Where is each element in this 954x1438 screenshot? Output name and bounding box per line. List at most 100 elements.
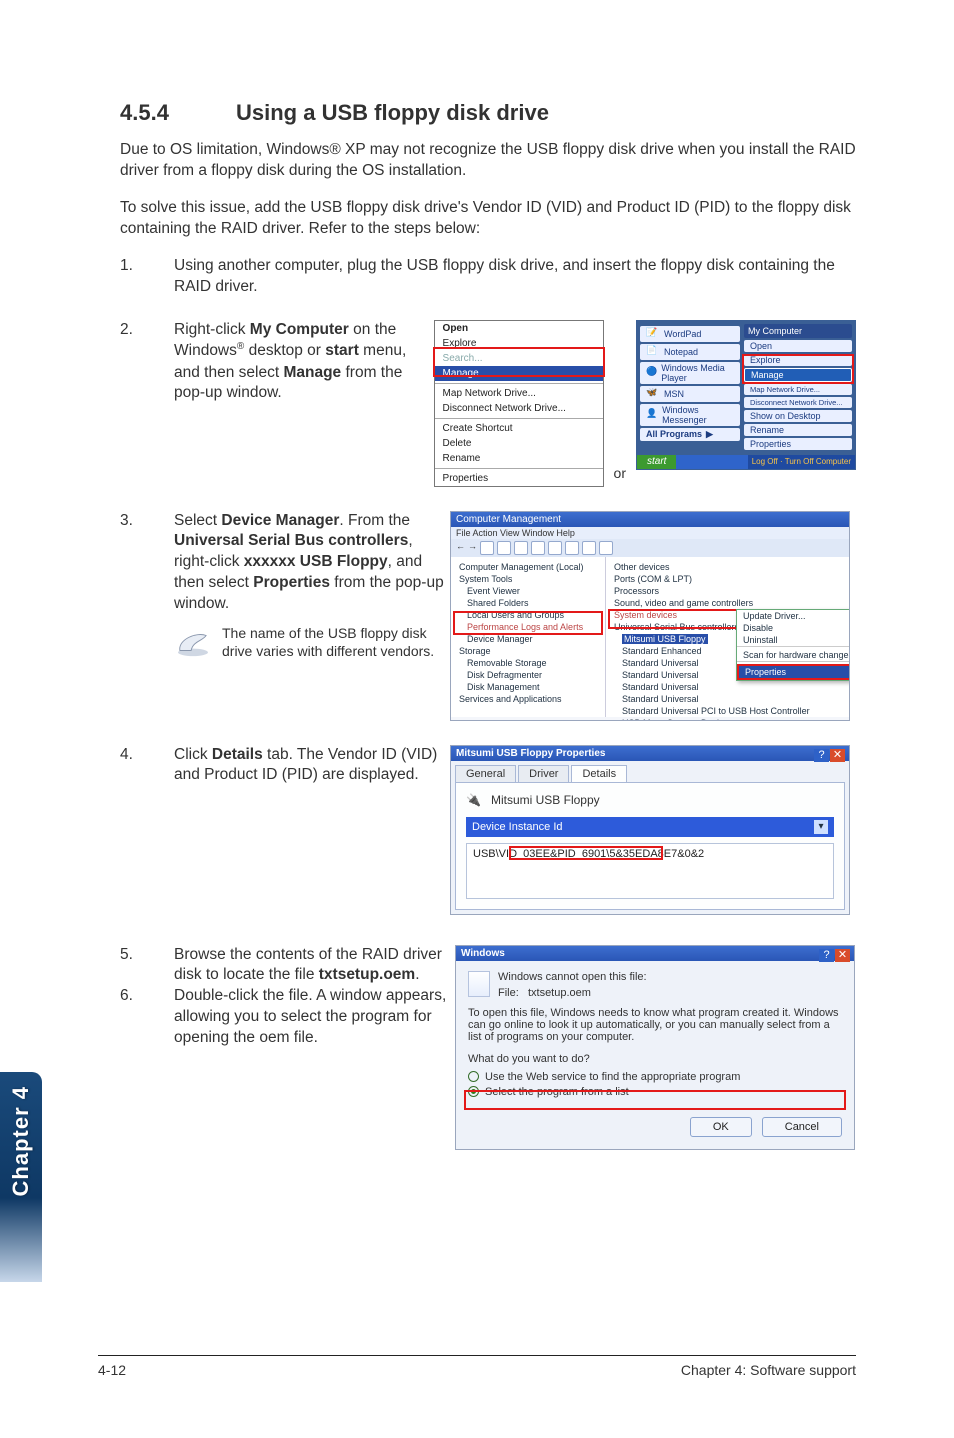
help-icon[interactable]: ? bbox=[819, 949, 834, 962]
devmgr-titlebar: Computer Management bbox=[451, 512, 849, 527]
context-menu-mycomputer: Open Explore Search... Manage Map Networ… bbox=[434, 320, 604, 487]
step-2: 2. Right-click My Computer on the Window… bbox=[120, 320, 434, 405]
usb-device-icon: 🔌 bbox=[466, 793, 481, 807]
ctx-delete[interactable]: Delete bbox=[435, 436, 603, 451]
section-heading: 4.5.4Using a USB floppy disk drive bbox=[120, 100, 856, 126]
wmp-icon: 🔵 bbox=[646, 366, 657, 380]
sm-discnet[interactable]: Disconnect Network Drive... bbox=[744, 397, 852, 408]
chevron-down-icon: ▾ bbox=[814, 820, 828, 834]
props-tabs: General Driver Details bbox=[451, 761, 849, 782]
toolbar-button[interactable] bbox=[599, 541, 613, 555]
help-icon[interactable]: ? bbox=[814, 749, 829, 762]
sm-open[interactable]: Open bbox=[744, 340, 852, 352]
step-number: 4. bbox=[120, 745, 174, 787]
note-usb-floppy-name-varies: The name of the USB floppy disk drive va… bbox=[174, 625, 450, 660]
note-text: The name of the USB floppy disk drive va… bbox=[222, 625, 450, 660]
chapter-side-tab: Chapter 4 bbox=[0, 1072, 42, 1282]
startmenu-wordpad[interactable]: 📝WordPad bbox=[640, 326, 740, 342]
sm-show[interactable]: Show on Desktop bbox=[744, 410, 852, 422]
ctx-disconnect-network[interactable]: Disconnect Network Drive... bbox=[435, 401, 603, 416]
step-number: 3. bbox=[120, 511, 174, 616]
sm-manage[interactable]: Manage bbox=[744, 368, 852, 382]
step-6: 6. Double-click the file. A window appea… bbox=[120, 986, 455, 1049]
ctx-open[interactable]: Open bbox=[435, 321, 603, 336]
toolbar-button[interactable] bbox=[497, 541, 511, 555]
step-number: 1. bbox=[120, 256, 174, 298]
intro-paragraph-2: To solve this issue, add the USB floppy … bbox=[120, 198, 856, 240]
usb-floppy-item[interactable]: Mitsumi USB Floppy bbox=[622, 634, 708, 644]
ctx-search[interactable]: Search... bbox=[435, 351, 603, 366]
page-number: 4-12 bbox=[98, 1362, 126, 1378]
sm-explore[interactable]: Explore bbox=[744, 354, 852, 366]
devmgr-right-tree[interactable]: Other devices Ports (COM & LPT) Processo… bbox=[606, 557, 849, 717]
start-button[interactable]: start bbox=[637, 455, 676, 469]
ctx-uninstall[interactable]: Uninstall bbox=[737, 634, 850, 646]
openwith-question: What do you want to do? bbox=[468, 1053, 842, 1065]
toolbar-button[interactable] bbox=[480, 541, 494, 555]
ctx-explore[interactable]: Explore bbox=[435, 336, 603, 351]
start-menu-screenshot: 📝WordPad 📄Notepad 🔵Windows Media Player … bbox=[636, 320, 856, 470]
file-label: File: bbox=[498, 987, 519, 999]
toolbar-button[interactable] bbox=[514, 541, 528, 555]
toolbar-button[interactable] bbox=[565, 541, 579, 555]
notepad-icon: 📄 bbox=[646, 345, 660, 359]
radio-icon bbox=[468, 1071, 479, 1082]
ctx-create-shortcut[interactable]: Create Shortcut bbox=[435, 421, 603, 436]
toolbar-button[interactable] bbox=[548, 541, 562, 555]
tab-details[interactable]: Details bbox=[571, 765, 627, 782]
device-instance-id-select[interactable]: Device Instance Id ▾ bbox=[466, 817, 834, 837]
section-number: 4.5.4 bbox=[120, 100, 236, 126]
note-icon bbox=[174, 628, 212, 658]
radio-web-service[interactable]: Use the Web service to find the appropri… bbox=[468, 1071, 842, 1083]
ctx-scan-hardware[interactable]: Scan for hardware changes bbox=[737, 649, 850, 661]
footer-rule bbox=[98, 1355, 856, 1356]
page-footer: 4-12 Chapter 4: Software support bbox=[98, 1362, 856, 1378]
startmenu-allprograms[interactable]: All Programs ▶ bbox=[640, 428, 740, 441]
close-icon[interactable]: ✕ bbox=[830, 749, 845, 762]
msn-icon: 🦋 bbox=[646, 387, 660, 401]
toolbar-button[interactable] bbox=[531, 541, 545, 555]
toolbar-button[interactable] bbox=[582, 541, 596, 555]
ok-button[interactable]: OK bbox=[690, 1117, 752, 1137]
file-name: txtsetup.oem bbox=[528, 987, 591, 999]
step-number: 5. bbox=[120, 945, 174, 987]
startmenu-mycomputer-header[interactable]: My Computer bbox=[744, 324, 852, 338]
ctx-manage[interactable]: Manage bbox=[435, 366, 603, 381]
tab-general[interactable]: General bbox=[455, 765, 516, 782]
tab-driver[interactable]: Driver bbox=[518, 765, 569, 782]
devmgr-left-tree[interactable]: Computer Management (Local) System Tools… bbox=[451, 557, 606, 717]
step-text: Click Details tab. The Vendor ID (VID) a… bbox=[174, 745, 450, 787]
nav-back-icon[interactable]: ← bbox=[456, 541, 465, 555]
ctx-map-network[interactable]: Map Network Drive... bbox=[435, 386, 603, 401]
radio-select-from-list[interactable]: Select the program from a list bbox=[468, 1086, 842, 1098]
sm-mapnet[interactable]: Map Network Drive... bbox=[744, 384, 852, 395]
startmenu-msn[interactable]: 🦋MSN bbox=[640, 386, 740, 402]
sm-properties[interactable]: Properties bbox=[744, 438, 852, 450]
close-icon[interactable]: ✕ bbox=[835, 949, 850, 962]
device-instance-id-value: USB\VID_03EE&PID_6901\5&35EDA8E7&0&2 bbox=[466, 843, 834, 899]
ctx-properties[interactable]: Properties bbox=[435, 471, 603, 486]
screenshot-device-manager: Computer Management File Action View Win… bbox=[450, 511, 850, 721]
step-text: Double-click the file. A window appears,… bbox=[174, 986, 455, 1049]
intro-paragraph-1: Due to OS limitation, Windows® XP may no… bbox=[120, 140, 856, 182]
ctx-update-driver[interactable]: Update Driver... bbox=[737, 610, 850, 622]
step-text: Select Device Manager. From the Universa… bbox=[174, 511, 450, 616]
devmgr-menubar[interactable]: File Action View Window Help bbox=[451, 527, 849, 539]
cancel-button[interactable]: Cancel bbox=[762, 1117, 842, 1137]
step-1: 1. Using another computer, plug the USB … bbox=[120, 256, 856, 298]
step-text: Using another computer, plug the USB flo… bbox=[174, 256, 856, 298]
startmenu-notepad[interactable]: 📄Notepad bbox=[640, 344, 740, 360]
nav-fwd-icon[interactable]: → bbox=[468, 541, 477, 555]
tray-logoff-turnoff[interactable]: Log Off · Turn Off Computer bbox=[748, 455, 855, 469]
ctx-properties[interactable]: Properties bbox=[737, 664, 850, 680]
ctx-rename[interactable]: Rename bbox=[435, 451, 603, 466]
radio-icon bbox=[468, 1086, 479, 1097]
startmenu-wmsg[interactable]: 👤Windows Messenger bbox=[640, 404, 740, 426]
devmgr-toolbar[interactable]: ← → bbox=[451, 539, 849, 557]
chapter-label: Chapter 4: Software support bbox=[681, 1362, 856, 1378]
ctx-disable[interactable]: Disable bbox=[737, 622, 850, 634]
startmenu-wmp[interactable]: 🔵Windows Media Player bbox=[640, 362, 740, 384]
openwith-titlebar: Windows bbox=[456, 946, 854, 961]
devmgr-context-menu: Update Driver... Disable Uninstall Scan … bbox=[736, 609, 850, 681]
sm-rename[interactable]: Rename bbox=[744, 424, 852, 436]
